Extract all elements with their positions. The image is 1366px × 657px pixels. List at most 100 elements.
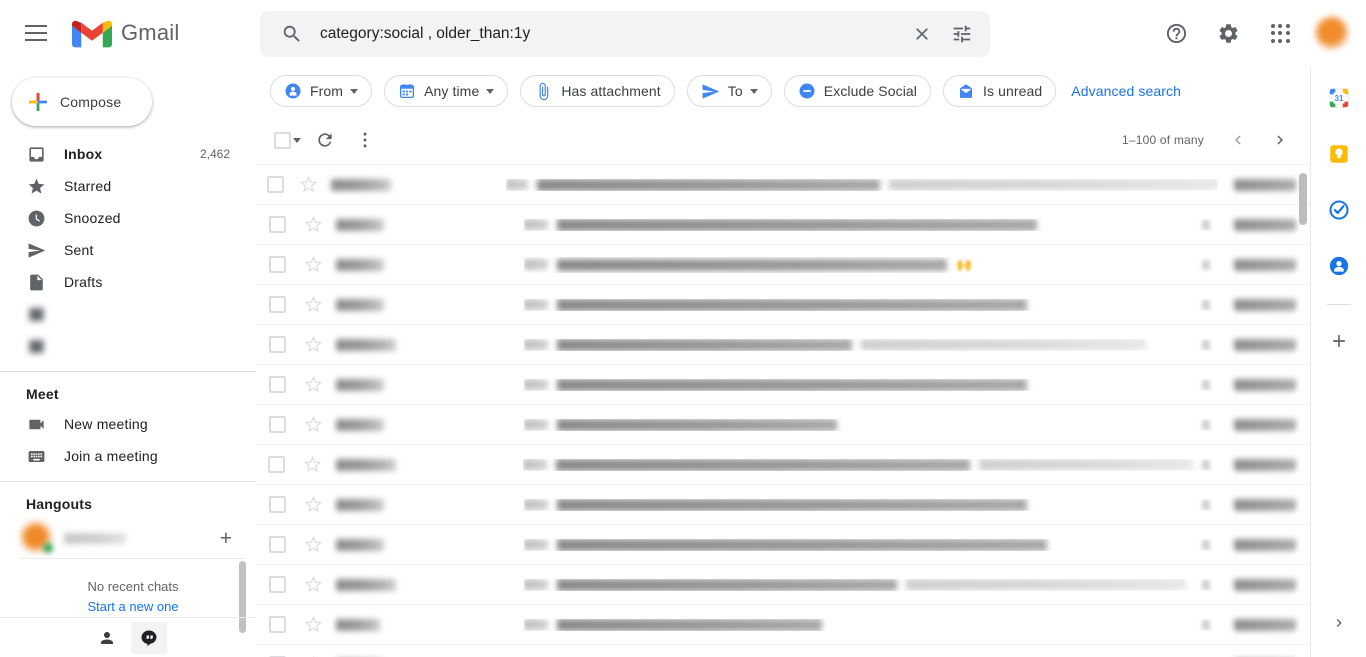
table-row[interactable] [256, 325, 1310, 365]
sidebar-item-drafts[interactable]: Drafts [0, 266, 246, 298]
table-row[interactable] [256, 605, 1310, 645]
row-star-button[interactable] [298, 216, 328, 233]
row-category-tag [524, 419, 548, 430]
search-box[interactable] [260, 11, 990, 57]
row-star-button[interactable] [298, 616, 328, 633]
table-row[interactable] [256, 285, 1310, 325]
start-new-chat-link[interactable]: Start a new one [20, 597, 246, 617]
row-star-button[interactable] [298, 536, 328, 553]
sidebar-item-sent[interactable]: Sent [0, 234, 246, 266]
hangouts-icon[interactable] [131, 621, 167, 654]
gmail-logo-icon [72, 20, 112, 47]
advanced-search-link[interactable]: Advanced search [1071, 83, 1181, 99]
row-subject [557, 538, 1047, 551]
sidebar-item-redacted-2[interactable] [0, 330, 246, 362]
next-page-button[interactable] [1260, 120, 1300, 160]
row-checkbox[interactable] [256, 536, 298, 553]
sidebar-item-inbox[interactable]: Inbox 2,462 [0, 138, 246, 170]
table-row[interactable]: 🙌 [256, 245, 1310, 285]
expand-panel-button[interactable] [1319, 603, 1359, 643]
star-icon [304, 336, 322, 353]
chip-is-unread[interactable]: Is unread [943, 75, 1057, 107]
main-menu-icon[interactable] [12, 9, 60, 57]
help-icon[interactable] [1152, 9, 1200, 57]
gmail-brand[interactable]: Gmail [72, 18, 179, 49]
table-row[interactable] [256, 445, 1310, 485]
row-checkbox[interactable] [256, 216, 298, 233]
sidebar-item-new-meeting[interactable]: New meeting [0, 408, 246, 440]
row-star-button[interactable] [298, 336, 328, 353]
apps-grid-icon[interactable] [1256, 9, 1304, 57]
row-star-button[interactable] [298, 256, 328, 273]
row-category-tag [523, 459, 548, 470]
row-subject-area [505, 178, 1218, 191]
hangouts-account-row[interactable]: + [0, 518, 256, 558]
sidebar-item-redacted-1[interactable] [0, 298, 246, 330]
row-star-button[interactable] [295, 176, 323, 193]
table-row[interactable] [256, 565, 1310, 605]
row-star-button[interactable] [298, 496, 328, 513]
gear-icon[interactable] [1204, 9, 1252, 57]
row-star-button[interactable] [298, 376, 328, 393]
search-input[interactable] [312, 14, 902, 54]
row-checkbox[interactable] [256, 616, 298, 633]
chip-exclude-social[interactable]: Exclude Social [783, 75, 932, 107]
row-checkbox[interactable] [256, 296, 298, 313]
search-options-icon[interactable] [942, 14, 982, 54]
google-calendar-icon[interactable]: 31 [1319, 78, 1359, 118]
chip-has-attachment[interactable]: Has attachment [520, 75, 675, 107]
more-vertical-icon [363, 132, 367, 148]
add-addon-button[interactable] [1319, 321, 1359, 361]
previous-page-button[interactable] [1218, 120, 1258, 160]
chip-from[interactable]: From [270, 75, 373, 107]
sidebar-item-starred[interactable]: Starred [0, 170, 246, 202]
calendar-icon [400, 83, 415, 99]
row-snippet [906, 579, 1186, 590]
row-checkbox[interactable] [256, 336, 298, 353]
person-circle-icon [285, 83, 301, 99]
search-icon[interactable] [272, 14, 312, 54]
table-row[interactable] [256, 365, 1310, 405]
close-icon[interactable] [902, 14, 942, 54]
table-row[interactable] [256, 205, 1310, 245]
star-icon [304, 296, 322, 313]
row-checkbox[interactable] [256, 496, 298, 513]
table-row[interactable] [256, 485, 1310, 525]
select-all-checkbox[interactable] [266, 131, 305, 149]
sidebar-item-snoozed[interactable]: Snoozed [0, 202, 246, 234]
account-avatar[interactable] [1308, 9, 1356, 57]
checkbox-icon [268, 296, 286, 313]
chip-to[interactable]: To [686, 75, 772, 107]
google-tasks-icon[interactable] [1319, 190, 1359, 230]
row-sender [323, 178, 506, 191]
more-options-button[interactable] [345, 120, 385, 160]
row-checkbox[interactable] [256, 256, 298, 273]
attachment-icon [1202, 539, 1210, 550]
person-icon[interactable] [89, 622, 125, 654]
google-keep-icon[interactable] [1319, 134, 1359, 174]
row-checkbox[interactable] [256, 576, 298, 593]
row-star-button[interactable] [298, 416, 328, 433]
row-checkbox[interactable] [256, 176, 295, 193]
row-checkbox[interactable] [256, 416, 298, 433]
refresh-button[interactable] [305, 120, 345, 160]
row-checkbox[interactable] [256, 376, 298, 393]
table-row[interactable] [256, 645, 1310, 657]
chip-any-time[interactable]: Any time [384, 75, 509, 107]
attachment-icon [1202, 499, 1210, 510]
row-star-button[interactable] [298, 576, 328, 593]
row-star-button[interactable] [298, 456, 328, 473]
email-list: 🙌 [256, 164, 1310, 657]
row-checkbox[interactable] [256, 456, 298, 473]
sidebar-item-join-meeting[interactable]: Join a meeting [0, 440, 246, 472]
table-row[interactable] [256, 165, 1310, 205]
row-star-button[interactable] [298, 296, 328, 313]
google-contacts-icon[interactable] [1319, 246, 1359, 286]
plus-icon[interactable]: + [220, 528, 232, 549]
table-row[interactable] [256, 525, 1310, 565]
email-list-scrollbar[interactable] [1299, 173, 1307, 225]
star-icon [300, 176, 318, 193]
chip-label: Any time [424, 83, 480, 99]
table-row[interactable] [256, 405, 1310, 445]
compose-button[interactable]: Compose [12, 78, 152, 126]
